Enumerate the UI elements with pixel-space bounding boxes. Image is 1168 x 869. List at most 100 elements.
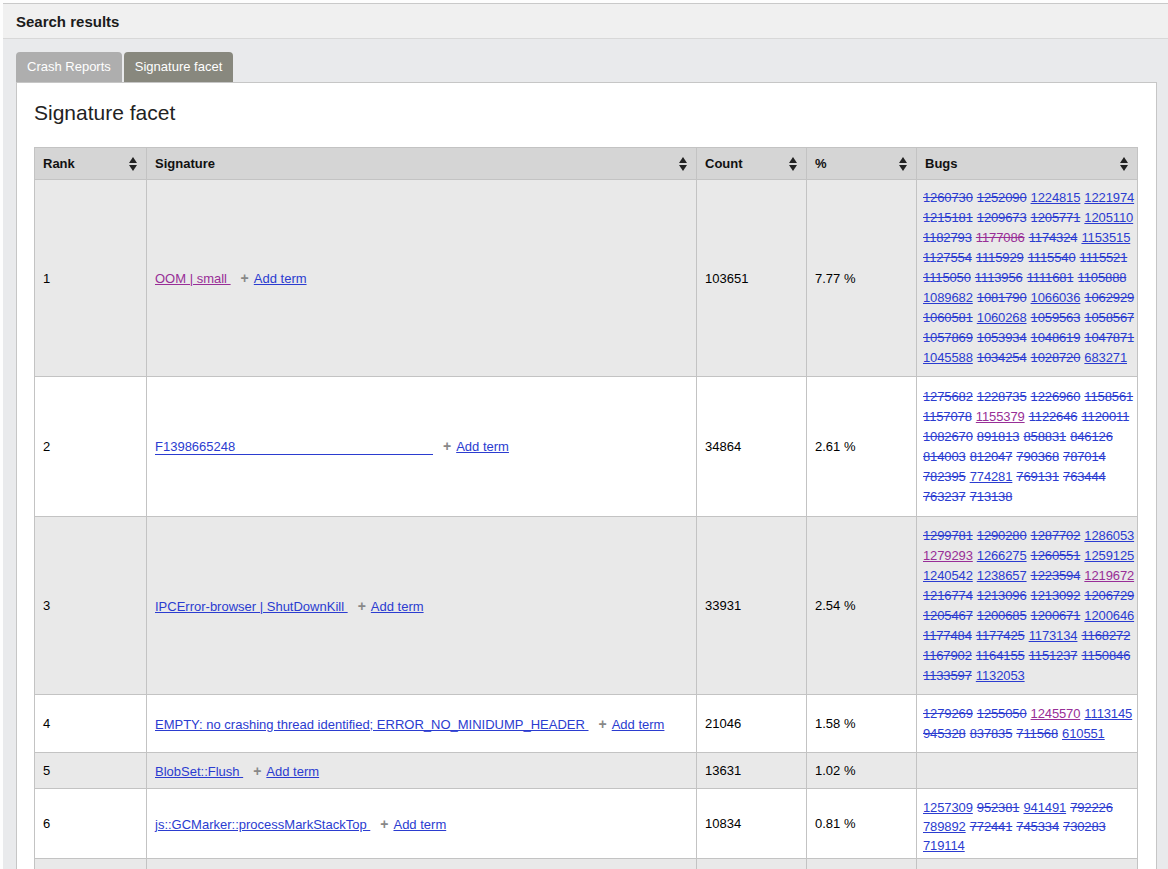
bug-link[interactable]: 891813 <box>977 429 1020 444</box>
bug-link[interactable]: 769131 <box>1016 469 1059 484</box>
bug-link[interactable]: 814003 <box>923 449 966 464</box>
bug-link[interactable]: 1290280 <box>977 528 1027 543</box>
bug-link[interactable]: 772441 <box>970 819 1013 834</box>
bug-link[interactable]: 1057869 <box>923 330 973 345</box>
bug-link[interactable]: 945328 <box>923 726 966 741</box>
bug-link[interactable]: 1224815 <box>1031 190 1081 205</box>
bug-link[interactable]: 1259125 <box>1084 548 1134 563</box>
bug-link[interactable]: 1287702 <box>1031 528 1081 543</box>
bug-link[interactable]: 763237 <box>923 489 966 504</box>
sort-icon[interactable] <box>679 157 688 171</box>
bug-link[interactable]: 1034254 <box>977 350 1027 365</box>
bug-link[interactable]: 1260730 <box>923 190 973 205</box>
bug-link[interactable]: 1209673 <box>977 210 1027 225</box>
bug-link[interactable]: 1221974 <box>1084 190 1134 205</box>
add-term-link[interactable]: Add term <box>612 717 665 732</box>
bug-link[interactable]: 1279269 <box>923 706 973 721</box>
bug-link[interactable]: 1133597 <box>923 668 972 683</box>
bug-link[interactable]: 763444 <box>1063 469 1106 484</box>
bug-link[interactable]: 1060581 <box>923 310 973 325</box>
add-term-link[interactable]: Add term <box>456 439 509 454</box>
sort-icon[interactable] <box>899 157 908 171</box>
bug-link[interactable]: 1213096 <box>977 588 1027 603</box>
add-term-link[interactable]: Add term <box>393 817 446 832</box>
bug-link[interactable]: 1082670 <box>923 429 973 444</box>
bug-link[interactable]: 790368 <box>1016 449 1059 464</box>
bug-link[interactable]: 941491 <box>1023 800 1066 815</box>
bug-link[interactable]: 1132053 <box>976 668 1025 683</box>
tab-signature-facet[interactable]: Signature facet <box>124 52 233 82</box>
bug-link[interactable]: 1062929 <box>1084 290 1134 305</box>
tab-crash-reports[interactable]: Crash Reports <box>16 52 122 82</box>
bug-link[interactable]: 846126 <box>1070 429 1113 444</box>
add-term-link[interactable]: Add term <box>254 271 307 286</box>
bug-link[interactable]: 1113956 <box>975 270 1023 285</box>
bug-link[interactable]: 1182793 <box>923 230 972 245</box>
bug-link[interactable]: 1113145 <box>1084 706 1132 721</box>
bug-link[interactable]: 1228735 <box>977 389 1027 404</box>
bug-link[interactable]: 1275682 <box>923 389 973 404</box>
column-header-percent[interactable]: % <box>807 148 917 180</box>
bug-link[interactable]: 1089682 <box>923 290 973 305</box>
column-header-bugs[interactable]: Bugs <box>917 148 1138 180</box>
bug-link[interactable]: 1226960 <box>1031 389 1081 404</box>
bug-link[interactable]: 1059563 <box>1031 310 1081 325</box>
bug-link[interactable]: 858831 <box>1023 429 1066 444</box>
bug-link[interactable]: 1205467 <box>923 608 973 623</box>
bug-link[interactable]: 1177425 <box>976 628 1025 643</box>
bug-link[interactable]: 812047 <box>970 449 1013 464</box>
bug-link[interactable]: 1206729 <box>1084 588 1134 603</box>
bug-link[interactable]: 1245570 <box>1031 706 1081 721</box>
bug-link[interactable]: 610551 <box>1062 726 1105 741</box>
signature-link[interactable]: js::GCMarker::processMarkStackTop <box>155 817 370 832</box>
bug-link[interactable]: 782395 <box>923 469 966 484</box>
bug-link[interactable]: 1060268 <box>977 310 1027 325</box>
bug-link[interactable]: 1122646 <box>1029 409 1078 424</box>
bug-link[interactable]: 1045588 <box>923 350 973 365</box>
bug-link[interactable]: 1215181 <box>923 210 973 225</box>
bug-link[interactable]: 837835 <box>970 726 1013 741</box>
bug-link[interactable]: 1058567 <box>1084 310 1134 325</box>
bug-link[interactable]: 1223594 <box>1031 568 1081 583</box>
sort-icon[interactable] <box>1120 157 1129 171</box>
bug-link[interactable]: 1260551 <box>1031 548 1081 563</box>
bug-link[interactable]: 1155379 <box>976 409 1025 424</box>
bug-link[interactable]: 1048619 <box>1031 330 1081 345</box>
column-header-signature[interactable]: Signature <box>147 148 697 180</box>
bug-link[interactable]: 1174324 <box>1029 230 1078 245</box>
bug-link[interactable]: 1177484 <box>923 628 972 643</box>
signature-link[interactable]: OOM | small <box>155 271 231 286</box>
bug-link[interactable]: 1238657 <box>977 568 1027 583</box>
bug-link[interactable]: 1216774 <box>923 588 973 603</box>
signature-link[interactable]: F1398665248 <box>155 439 433 455</box>
bug-link[interactable]: 1105888 <box>1078 270 1127 285</box>
bug-link[interactable]: 1205771 <box>1031 210 1081 225</box>
sort-icon[interactable] <box>129 157 138 171</box>
bug-link[interactable]: 1255050 <box>977 706 1027 721</box>
bug-link[interactable]: 1299781 <box>923 528 973 543</box>
bug-link[interactable]: 1047871 <box>1084 330 1134 345</box>
bug-link[interactable]: 1168272 <box>1081 628 1130 643</box>
bug-link[interactable]: 1286053 <box>1084 528 1134 543</box>
signature-link[interactable]: IPCError-browser | ShutDownKill <box>155 599 348 614</box>
bug-link[interactable]: 1115540 <box>1028 250 1076 265</box>
bug-link[interactable]: 787014 <box>1063 449 1106 464</box>
bug-link[interactable]: 1127554 <box>923 250 972 265</box>
bug-link[interactable]: 713138 <box>970 489 1013 504</box>
column-header-rank[interactable]: Rank <box>35 148 147 180</box>
bug-link[interactable]: 952381 <box>977 800 1020 815</box>
bug-link[interactable]: 711568 <box>1016 726 1058 741</box>
bug-link[interactable]: 1081790 <box>977 290 1027 305</box>
bug-link[interactable]: 1120011 <box>1081 409 1129 424</box>
bug-link[interactable]: 1266275 <box>977 548 1027 563</box>
bug-link[interactable]: 1177086 <box>976 230 1025 245</box>
bug-link[interactable]: 719114 <box>923 838 965 853</box>
bug-link[interactable]: 1157078 <box>923 409 972 424</box>
signature-link[interactable]: BlobSet::Flush <box>155 764 243 779</box>
bug-link[interactable]: 789892 <box>923 819 966 834</box>
bug-link[interactable]: 1167902 <box>923 648 972 663</box>
bug-link[interactable]: 792226 <box>1070 800 1113 815</box>
bug-link[interactable]: 1111681 <box>1027 270 1074 285</box>
column-header-count[interactable]: Count <box>697 148 807 180</box>
bug-link[interactable]: 1150846 <box>1081 648 1130 663</box>
